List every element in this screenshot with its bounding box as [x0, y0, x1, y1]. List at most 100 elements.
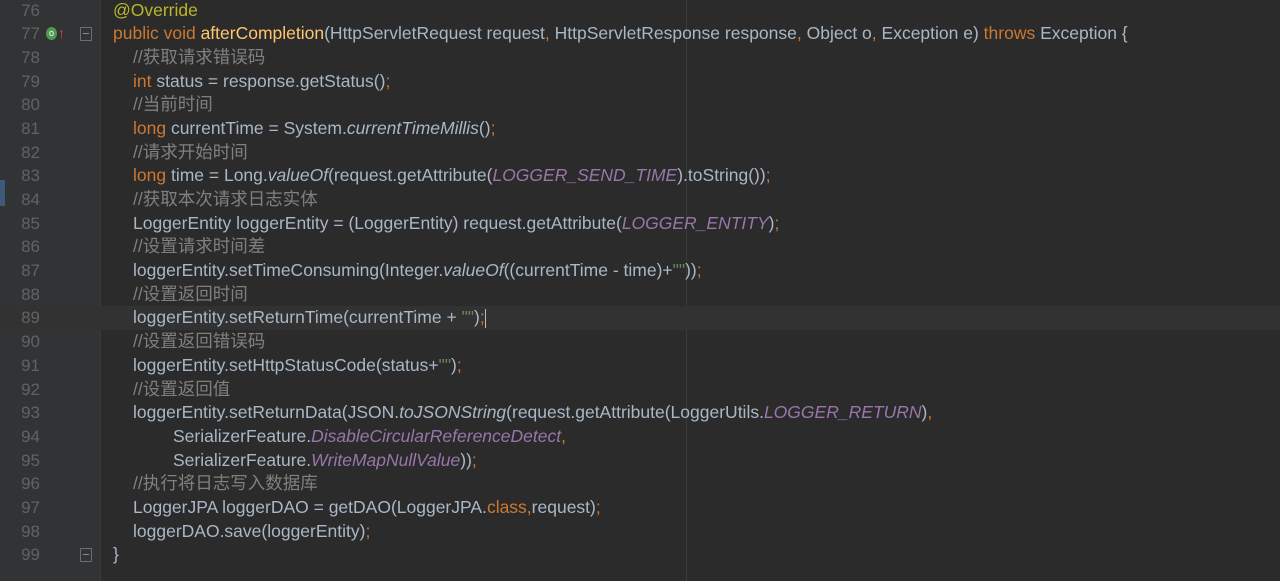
code-line[interactable]: 85 LoggerEntity loggerEntity = (LoggerEnt… [0, 212, 1280, 236]
code-token: LOGGER_SEND_TIME [492, 165, 678, 186]
code-token: LOGGER_ENTITY [621, 212, 769, 233]
code-token: "" [438, 354, 452, 375]
code-token: request) [531, 496, 596, 517]
code-text: //获取请求错误码 [133, 46, 265, 70]
code-text: @Override [113, 0, 198, 22]
code-line[interactable]: 77 o ↑ public void afterCompletion(HttpServ… [0, 22, 1280, 46]
code-line[interactable]: 93 loggerEntity.setReturnData(JSON.toJSON… [0, 401, 1280, 425]
code-line[interactable]: 76 @Override [0, 0, 1280, 22]
code-token: SerializerFeature. [173, 449, 312, 470]
code-line[interactable]: 94 SerializerFeature.DisableCircularRefer… [0, 425, 1280, 449]
code-line[interactable]: 90 //设置返回错误码 [0, 330, 1280, 354]
code-token: afterCompletion [200, 23, 325, 44]
code-line[interactable]: 81 long currentTime = System.currentTimeM… [0, 117, 1280, 141]
code-token: ; [385, 70, 391, 91]
code-token: Object o [806, 23, 872, 44]
code-token: "" [672, 260, 686, 281]
code-text: public void afterCompletion(HttpServletR… [113, 22, 1128, 46]
code-text: loggerDAO.save(loggerEntity); [133, 520, 370, 544]
code-token: ((currentTime - time)+ [503, 260, 673, 281]
code-line[interactable]: 83 long time = Long.valueOf(request.getAt… [0, 164, 1280, 188]
line-number: 87 [21, 261, 40, 281]
override-arrow-icon[interactable]: ↑ [58, 25, 65, 41]
code-line[interactable]: 82 //请求开始时间 [0, 141, 1280, 165]
line-number: 96 [21, 474, 40, 494]
fold-toggle-icon[interactable] [80, 548, 92, 563]
code-text: //设置返回时间 [133, 283, 248, 307]
code-text: } [113, 543, 119, 567]
code-line[interactable]: 86 //设置请求时间差 [0, 235, 1280, 259]
code-token: time = Long. [170, 165, 268, 186]
code-token: //获取请求错误码 [133, 46, 266, 67]
code-text: //执行将日志写入数据库 [133, 472, 318, 496]
code-text: loggerEntity.setReturnTime(currentTime +… [133, 306, 486, 330]
code-line[interactable]: 89 loggerEntity.setReturnTime(currentTime… [0, 306, 1280, 331]
code-text: loggerEntity.setHttpStatusCode(status+""… [133, 354, 462, 378]
code-token: LoggerEntity loggerEntity = (LoggerEntit… [133, 212, 622, 233]
code-token: , [561, 425, 566, 446]
code-token: long [133, 165, 171, 186]
code-text: //当前时间 [133, 93, 213, 117]
code-token: ; [456, 354, 462, 375]
line-number: 81 [21, 118, 40, 138]
code-editor[interactable]: 75 76@Override77o↑public void afterCompl… [0, 0, 1280, 567]
code-token: //请求开始时间 [133, 141, 248, 162]
code-token: loggerEntity.setTimeConsuming(Integer. [133, 260, 444, 281]
line-number: 77 [21, 24, 40, 44]
code-token: DisableCircularReferenceDetect [311, 425, 562, 446]
code-line[interactable]: 87 loggerEntity.setTimeConsuming(Integer.… [0, 259, 1280, 283]
line-number: 92 [21, 379, 40, 399]
code-text: SerializerFeature.WriteMapNullValue)); [173, 449, 477, 473]
line-number: 99 [21, 545, 40, 565]
code-token: class, [486, 496, 532, 517]
code-text: loggerEntity.setReturnData(JSON.toJSONSt… [133, 401, 932, 425]
code-line[interactable]: 95 SerializerFeature.WriteMapNullValue)); [0, 449, 1280, 473]
line-number: 79 [21, 71, 40, 91]
code-token: loggerEntity.setReturnData(JSON. [133, 402, 400, 423]
line-number: 86 [21, 237, 40, 257]
code-text: //设置请求时间差 [133, 235, 265, 259]
code-line[interactable]: 97 LoggerJPA loggerDAO = getDAO(LoggerJPA… [0, 496, 1280, 520]
code-token: , [544, 23, 555, 44]
code-line[interactable]: 84 //获取本次请求日志实体 [0, 188, 1280, 212]
code-text: int status = response.getStatus(); [133, 70, 390, 94]
code-token: @Override [113, 0, 198, 20]
code-token: //获取本次请求日志实体 [133, 189, 318, 209]
code-line[interactable]: 88 //设置返回时间 [0, 283, 1280, 307]
code-token: //执行将日志写入数据库 [133, 473, 318, 494]
code-token: LOGGER_RETURN [763, 402, 922, 423]
code-line[interactable]: 91 loggerEntity.setHttpStatusCode(status+… [0, 354, 1280, 378]
code-text: long time = Long.valueOf(request.getAttr… [133, 164, 771, 188]
fold-toggle-icon[interactable] [80, 27, 92, 42]
line-number: 98 [21, 521, 40, 541]
code-token: ; [490, 117, 496, 138]
code-token: )) [460, 449, 472, 470]
code-token: ; [471, 449, 477, 470]
code-token: ; [696, 260, 702, 281]
code-token: ; [365, 520, 371, 541]
code-token: } [113, 544, 119, 565]
code-line[interactable]: 99} [0, 543, 1280, 567]
code-token: WriteMapNullValue [311, 449, 461, 470]
code-token: //设置返回时间 [133, 283, 248, 304]
code-line[interactable]: 79 int status = response.getStatus(); [0, 70, 1280, 94]
code-token: LoggerJPA loggerDAO = getDAO(LoggerJPA. [133, 496, 487, 517]
code-text: LoggerEntity loggerEntity = (LoggerEntit… [133, 212, 779, 236]
code-line[interactable]: 80 //当前时间 [0, 93, 1280, 117]
code-text: long currentTime = System.currentTimeMil… [133, 117, 495, 141]
code-token: () [478, 117, 491, 138]
code-token: int [133, 70, 157, 91]
code-text: //获取本次请求日志实体 [133, 188, 318, 212]
code-token: (HttpServletRequest request [324, 23, 545, 44]
implementing-method-icon[interactable]: o [46, 27, 57, 41]
line-number: 78 [21, 47, 40, 67]
code-line[interactable]: 92 //设置返回值 [0, 378, 1280, 402]
code-line[interactable]: 98 loggerDAO.save(loggerEntity); [0, 520, 1280, 544]
line-number: 88 [21, 284, 40, 304]
code-line[interactable]: 96 //执行将日志写入数据库 [0, 472, 1280, 496]
code-line[interactable]: 78 //获取请求错误码 [0, 46, 1280, 70]
code-token: long [133, 117, 171, 138]
line-number: 85 [21, 213, 40, 233]
code-token: valueOf [443, 260, 504, 281]
line-number: 89 [21, 308, 40, 328]
